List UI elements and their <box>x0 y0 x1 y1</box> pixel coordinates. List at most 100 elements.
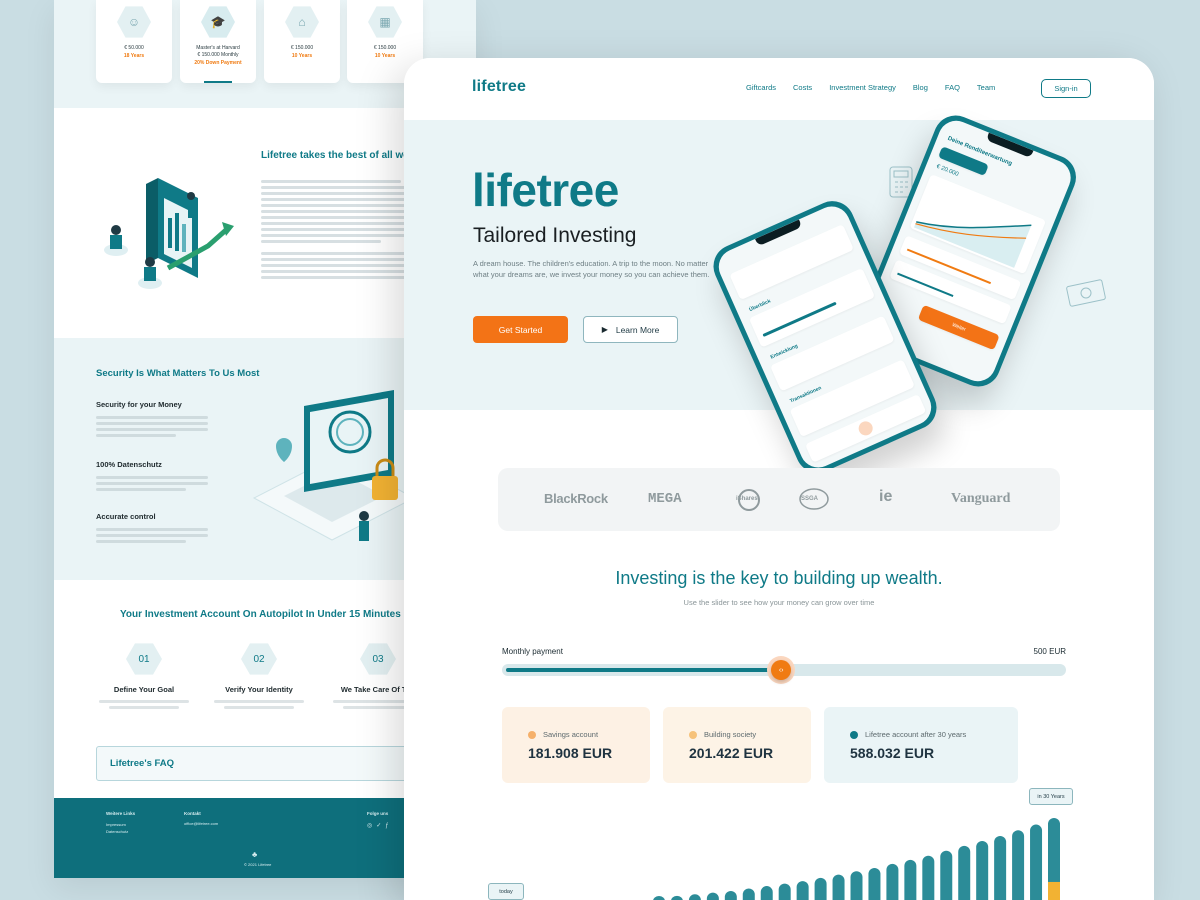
top-nav: lifetree Giftcards Costs Investment Stra… <box>404 58 1154 120</box>
slider-value: 500 EUR <box>1033 647 1066 656</box>
nav-links: Giftcards Costs Investment Strategy Blog… <box>746 83 1012 92</box>
nav-link-giftcards[interactable]: Giftcards <box>746 83 776 92</box>
hero-description: A dream house. The children's education.… <box>473 259 710 279</box>
security-item-title: Security for your Money <box>96 400 182 409</box>
ishares-emblem <box>738 489 760 511</box>
growth-bar <box>671 895 683 900</box>
text-line <box>96 416 208 419</box>
footer-link[interactable]: Impressum <box>106 822 126 827</box>
partner-logo-ie: ie <box>879 488 893 505</box>
learn-more-label: Learn More <box>615 324 660 335</box>
chart-start-label: today <box>488 883 524 900</box>
text-line <box>96 434 176 437</box>
growth-bar <box>1012 830 1025 900</box>
social-icons[interactable]: ◎✓ƒ <box>367 822 393 829</box>
legend-dot <box>850 731 858 739</box>
plan-card-active[interactable]: 🎓 Master's at Harvard € 150.000 Monthly … <box>180 0 256 83</box>
text-line <box>224 706 294 709</box>
growth-bar <box>958 845 971 900</box>
footer-email[interactable]: office@lifetree.com <box>184 821 218 826</box>
growth-bar <box>1048 818 1060 900</box>
learn-more-button[interactable]: ▶ Learn More <box>583 316 678 343</box>
growth-bar <box>850 871 863 900</box>
nav-link-costs[interactable]: Costs <box>793 83 812 92</box>
house-icon: ⌂ <box>285 6 319 38</box>
get-started-button[interactable]: Get Started <box>473 316 568 343</box>
growth-bar <box>796 881 809 900</box>
text-line <box>261 180 401 183</box>
text-line <box>343 706 413 709</box>
autopilot-title: Your Investment Account On Autopilot In … <box>120 609 401 620</box>
nav-link-investment-strategy[interactable]: Investment Strategy <box>829 83 896 92</box>
copyright: © 2021 Lifetree <box>244 862 272 867</box>
legend-dot <box>528 731 536 739</box>
building-icon: ▦ <box>368 6 402 38</box>
nav-link-faq[interactable]: FAQ <box>945 83 960 92</box>
growth-bar <box>832 874 845 900</box>
slider-fill <box>506 668 782 672</box>
result-label: Building society <box>704 730 757 739</box>
partner-logo-vanguard: Vanguard <box>951 491 1011 506</box>
nav-link-blog[interactable]: Blog <box>913 83 928 92</box>
text-line <box>96 528 208 531</box>
growth-bar <box>886 863 899 900</box>
growth-bar <box>1030 824 1043 900</box>
text-line <box>96 422 208 425</box>
text-line <box>261 240 381 243</box>
step-item: 02 Verify Your Identity <box>199 642 319 709</box>
result-value: 588.032 EUR <box>850 745 935 761</box>
chart-end-label: in 30 Years <box>1029 788 1073 805</box>
nav-link-team[interactable]: Team <box>977 83 995 92</box>
graduation-cap-icon: 🎓 <box>201 6 235 38</box>
step-title: Verify Your Identity <box>225 685 293 694</box>
step-number: 02 <box>241 643 277 675</box>
plan-card[interactable]: ⌂ € 150.000 10 Years <box>264 0 340 83</box>
plan-card-value: € 150.000 Monthly <box>197 52 239 58</box>
growth-bar <box>994 836 1007 900</box>
text-line <box>96 428 208 431</box>
security-item-title: Accurate control <box>96 512 156 521</box>
growth-bar <box>904 859 917 900</box>
sign-in-button[interactable]: Sign-in <box>1041 79 1091 98</box>
wealth-title: Investing is the key to building up weal… <box>615 568 943 588</box>
footer-heading: Kontakt <box>184 811 201 816</box>
best-of-title: Lifetree takes the best of all wo <box>261 150 410 161</box>
growth-bar <box>742 888 755 900</box>
nav-logo[interactable]: lifetree <box>472 78 526 96</box>
growth-bar <box>868 868 881 900</box>
result-card-building-society: Building society 201.422 EUR <box>663 707 811 783</box>
growth-bar <box>706 892 719 900</box>
step-number: 03 <box>360 643 396 675</box>
plan-card-value: € 150.000 <box>373 45 397 51</box>
text-line <box>109 706 179 709</box>
growth-bar <box>653 896 665 900</box>
active-indicator <box>204 81 232 83</box>
landing-page: lifetree Giftcards Costs Investment Stra… <box>404 58 1154 900</box>
result-label: Lifetree account after 30 years <box>865 730 967 739</box>
footer-heading: Folge uns <box>367 811 389 816</box>
plan-card[interactable]: ☺ € 50.000 18 Years <box>96 0 172 83</box>
monthly-payment-slider[interactable]: ‹› <box>502 656 1066 684</box>
phone-amount: € 20.000 <box>935 163 960 178</box>
child-icon: ☺ <box>117 6 151 38</box>
plan-card-title: Master's at Harvard <box>196 45 240 51</box>
plan-card-years: 20% Down Payment <box>194 60 242 66</box>
growth-illustration <box>104 178 234 289</box>
slider-handle[interactable]: ‹› <box>767 656 796 684</box>
growth-bar-segment <box>1048 881 1060 900</box>
result-value: 201.422 EUR <box>689 745 774 761</box>
footer-link[interactable]: Datenschutz <box>106 829 128 834</box>
result-card-lifetree: Lifetree account after 30 years 588.032 … <box>824 707 1018 783</box>
growth-bar <box>814 877 827 900</box>
growth-bar <box>688 894 701 900</box>
text-line <box>96 488 186 491</box>
growth-bar <box>976 840 989 900</box>
wealth-subtitle: Use the slider to see how your money can… <box>683 598 875 607</box>
growth-bar <box>940 850 953 900</box>
hero-logo: lifetree <box>472 164 619 216</box>
hero-headline: Tailored Investing <box>473 224 637 247</box>
security-title: Security Is What Matters To Us Most <box>96 368 260 379</box>
text-line <box>96 482 208 485</box>
slider-label: Monthly payment <box>502 647 563 656</box>
text-line <box>261 276 411 279</box>
